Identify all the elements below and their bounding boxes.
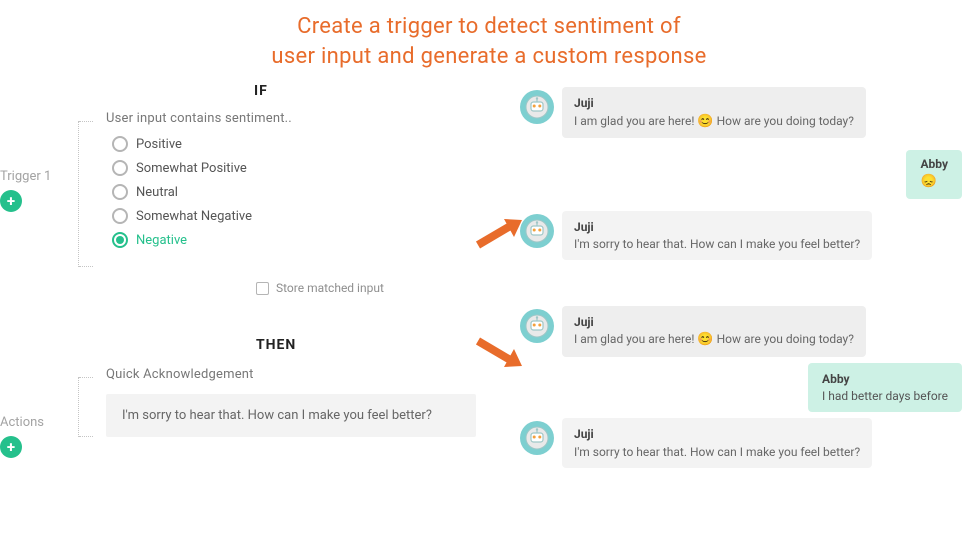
radio-negative[interactable]: Negative — [112, 232, 520, 248]
radio-somewhat-positive[interactable]: Somewhat Positive — [112, 160, 520, 176]
acknowledgement-text[interactable]: I'm sorry to hear that. How can I make y… — [106, 394, 476, 437]
bot-message: Juji I am glad you are here! 😊 How are y… — [562, 87, 866, 138]
bot-avatar — [520, 309, 554, 343]
bot-message: Juji I am glad you are here! 😊 How are y… — [562, 306, 866, 357]
radio-label: Positive — [136, 137, 182, 152]
bot-message: Juji I'm sorry to hear that. How can I m… — [562, 418, 872, 467]
arrow-icon — [474, 215, 524, 253]
message-text: I'm sorry to hear that. How can I make y… — [574, 445, 860, 459]
trigger-side-label: Trigger 1 + — [0, 169, 51, 212]
store-matched-label: Store matched input — [276, 281, 384, 295]
sender-name: Abby — [822, 371, 948, 387]
message-text: I had better days before — [822, 389, 948, 403]
message-text: I'm sorry to hear that. How can I make y… — [574, 237, 860, 251]
user-message: Abby 😞 — [906, 150, 962, 199]
sender-name: Juji — [574, 314, 854, 330]
sender-name: Abby — [920, 156, 948, 172]
bracket-line — [78, 121, 92, 267]
radio-label: Somewhat Positive — [136, 161, 247, 176]
sender-name: Juji — [574, 426, 860, 442]
sender-name: Juji — [574, 219, 860, 235]
message-text-suffix: How are you doing today? — [714, 332, 854, 346]
radio-positive[interactable]: Positive — [112, 136, 520, 152]
add-trigger-button[interactable]: + — [0, 190, 22, 212]
message-text-prefix: I am glad you are here! — [574, 114, 697, 128]
bracket-line — [78, 377, 92, 437]
radio-icon — [112, 160, 128, 176]
title-line-1: Create a trigger to detect sentiment of — [297, 14, 681, 39]
radio-neutral[interactable]: Neutral — [112, 184, 520, 200]
radio-icon — [112, 136, 128, 152]
trigger-header: User input contains sentiment.. — [106, 111, 520, 126]
bot-avatar — [520, 90, 554, 124]
radio-label: Neutral — [136, 185, 178, 200]
radio-icon — [112, 208, 128, 224]
page-title: Create a trigger to detect sentiment of … — [0, 0, 978, 77]
radio-icon — [112, 232, 128, 248]
if-label: IF — [254, 83, 520, 99]
chat-example-2: Juji I am glad you are here! 😊 How are y… — [520, 306, 962, 471]
message-text-prefix: I am glad you are here! — [574, 332, 697, 346]
trigger-label-text: Trigger 1 — [0, 169, 51, 184]
title-line-2: user input and generate a custom respons… — [271, 44, 706, 69]
add-action-button[interactable]: + — [0, 436, 22, 458]
bot-message: Juji I'm sorry to hear that. How can I m… — [562, 211, 872, 260]
bot-avatar — [520, 214, 554, 248]
radio-label: Negative — [136, 233, 187, 248]
store-matched-checkbox[interactable] — [256, 282, 269, 295]
radio-label: Somewhat Negative — [136, 209, 252, 224]
sender-name: Juji — [574, 95, 854, 111]
smile-emoji-icon: 😊 — [697, 332, 713, 347]
actions-side-label: Actions + — [0, 415, 44, 458]
action-header: Quick Acknowledgement — [106, 367, 520, 382]
smile-emoji-icon: 😊 — [697, 114, 713, 129]
sad-emoji-icon: 😞 — [920, 174, 936, 189]
chat-example-1: Juji I am glad you are here! 😊 How are y… — [520, 87, 962, 264]
actions-label-text: Actions — [0, 415, 44, 430]
message-text-suffix: How are you doing today? — [714, 114, 854, 128]
arrow-icon — [474, 333, 524, 371]
radio-icon — [112, 184, 128, 200]
bot-avatar — [520, 421, 554, 455]
user-message: Abby I had better days before — [808, 363, 962, 412]
radio-somewhat-negative[interactable]: Somewhat Negative — [112, 208, 520, 224]
